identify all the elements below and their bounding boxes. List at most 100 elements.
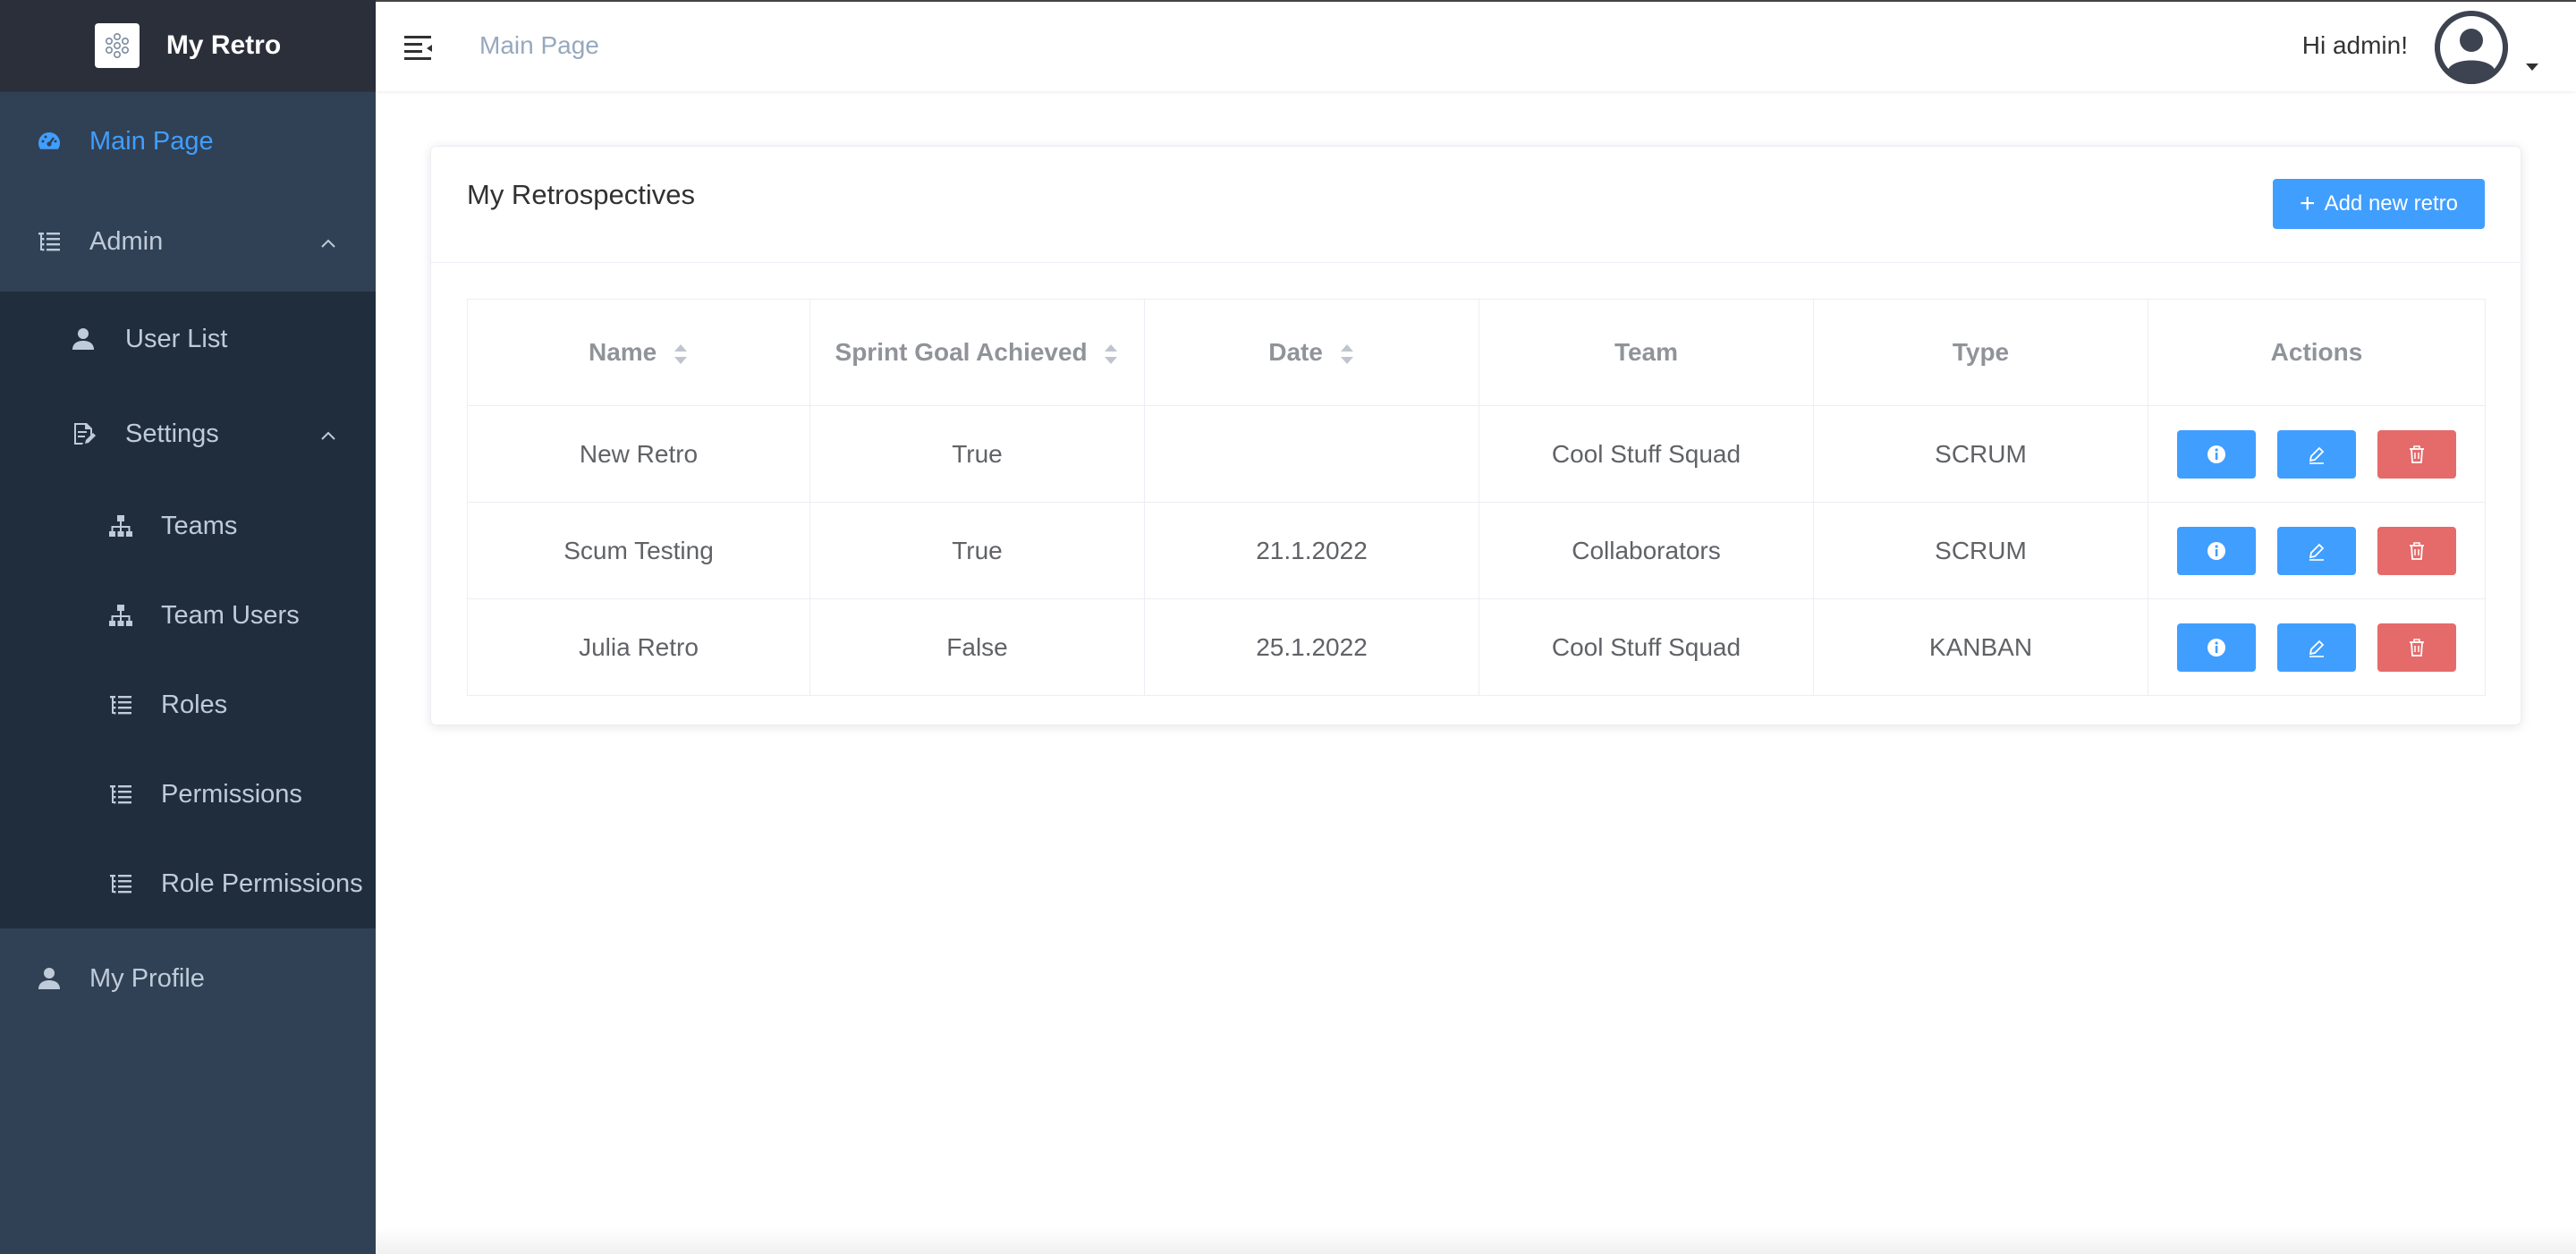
pencil-icon	[2309, 446, 2325, 464]
sidebar-item-admin[interactable]: Admin	[0, 191, 376, 292]
sidebar-item-main-page[interactable]: Main Page	[0, 91, 376, 191]
delete-button[interactable]	[2377, 623, 2456, 672]
column-label: Name	[588, 338, 657, 366]
pencil-icon	[2309, 640, 2325, 657]
delete-button[interactable]	[2377, 526, 2456, 575]
column-header-date[interactable]: Date	[1144, 299, 1479, 406]
trash-icon	[2409, 638, 2424, 657]
sidebar-item-teams[interactable]: Teams	[0, 481, 376, 571]
trash-icon	[2409, 541, 2424, 560]
caret-down-icon[interactable]	[2524, 61, 2540, 72]
cell-actions	[2148, 405, 2486, 503]
brand[interactable]: My Retro	[0, 0, 376, 91]
cell-sprint-goal: True	[809, 405, 1145, 503]
cell-sprint-goal: True	[809, 502, 1145, 599]
bottom-shadow	[376, 1227, 2576, 1254]
dashboard-icon	[34, 126, 64, 157]
sidebar-item-label: My Profile	[89, 963, 205, 993]
sidebar-item-label: Teams	[161, 511, 238, 540]
pencil-icon	[2309, 543, 2325, 561]
sidebar-item-label: Roles	[161, 690, 228, 719]
table-header-row: Name Sprint Goal Achieved Date Team Type…	[467, 299, 2486, 406]
column-label: Sprint Goal Achieved	[835, 338, 1088, 366]
table-row: Julia Retro False 25.1.2022 Cool Stuff S…	[467, 598, 2486, 696]
edit-button[interactable]	[2277, 429, 2356, 479]
retrospectives-table: Name Sprint Goal Achieved Date Team Type…	[467, 299, 2486, 696]
breadcrumb: Main Page	[479, 31, 599, 59]
sidebar-item-permissions[interactable]: Permissions	[0, 750, 376, 839]
column-header-name[interactable]: Name	[467, 299, 810, 406]
admin-submenu: User List Settings Teams Team Users Role…	[0, 292, 376, 928]
info-icon	[2207, 541, 2226, 560]
chevron-up-icon	[318, 424, 338, 444]
info-icon	[2207, 638, 2226, 657]
app-title: My Retro	[165, 30, 282, 60]
sidebar-item-label: Settings	[125, 419, 219, 448]
sidebar-item-label: Admin	[89, 226, 164, 256]
column-label: Actions	[2270, 338, 2363, 366]
cell-name: Scum Testing	[467, 502, 810, 599]
column-header-sprint-goal[interactable]: Sprint Goal Achieved	[809, 299, 1145, 406]
sort-icon[interactable]	[1103, 342, 1119, 367]
column-label: Team	[1614, 338, 1679, 366]
sidebar-item-label: Role Permissions	[161, 868, 363, 898]
sidebar-item-label: Permissions	[161, 779, 302, 809]
sidebar-item-label: User List	[125, 324, 228, 353]
list-icon	[106, 868, 136, 899]
info-button[interactable]	[2177, 623, 2257, 672]
list-icon	[106, 690, 136, 720]
hamburger-menu-icon[interactable]	[402, 30, 435, 63]
info-button[interactable]	[2177, 526, 2257, 575]
sidebar-item-roles[interactable]: Roles	[0, 660, 376, 750]
cell-name: Julia Retro	[467, 598, 810, 696]
column-label: Type	[1952, 338, 2010, 366]
delete-button[interactable]	[2377, 429, 2456, 479]
info-icon	[2207, 445, 2226, 463]
column-header-type: Type	[1813, 299, 2148, 406]
cell-type: KANBAN	[1813, 598, 2148, 696]
avatar[interactable]	[2435, 11, 2508, 84]
sidebar: My Retro Main Page Admin User List Setti…	[0, 0, 376, 1254]
trash-icon	[2409, 445, 2424, 463]
add-button-label: Add new retro	[2324, 191, 2458, 216]
user-icon	[68, 324, 98, 354]
sidebar-item-label: Team Users	[161, 600, 300, 630]
cell-type: SCRUM	[1813, 405, 2148, 503]
card-title: My Retrospectives	[467, 179, 695, 210]
cell-date	[1144, 405, 1479, 503]
user-greeting: Hi admin!	[2301, 31, 2408, 59]
sidebar-item-my-profile[interactable]: My Profile	[0, 928, 376, 1029]
sort-icon[interactable]	[673, 342, 689, 367]
cell-actions	[2148, 598, 2486, 696]
cell-team: Cool Stuff Squad	[1479, 405, 1814, 503]
user-icon	[34, 963, 64, 994]
cell-name: New Retro	[467, 405, 810, 503]
retrospectives-card: My Retrospectives + Add new retro Name S…	[430, 146, 2521, 725]
cell-actions	[2148, 502, 2486, 599]
plus-icon: +	[2300, 189, 2316, 218]
list-icon	[106, 779, 136, 809]
flower-logo-icon	[94, 23, 140, 68]
card-header: My Retrospectives + Add new retro	[431, 147, 2521, 263]
cell-team: Collaborators	[1479, 502, 1814, 599]
column-label: Date	[1268, 338, 1323, 366]
hierarchy-icon	[106, 511, 136, 541]
add-new-retro-button[interactable]: + Add new retro	[2273, 179, 2485, 229]
info-button[interactable]	[2177, 429, 2257, 479]
edit-button[interactable]	[2277, 623, 2356, 672]
cell-type: SCRUM	[1813, 502, 2148, 599]
sidebar-item-user-list[interactable]: User List	[0, 292, 376, 386]
table-row: Scum Testing True 21.1.2022 Collaborator…	[467, 502, 2486, 599]
column-header-actions: Actions	[2148, 299, 2486, 406]
sidebar-item-settings[interactable]: Settings	[0, 386, 376, 481]
sort-icon[interactable]	[1339, 342, 1355, 367]
sidebar-item-role-permissions[interactable]: Role Permissions	[0, 839, 376, 928]
sidebar-item-team-users[interactable]: Team Users	[0, 571, 376, 660]
hierarchy-icon	[106, 600, 136, 631]
column-header-team: Team	[1479, 299, 1814, 406]
cell-sprint-goal: False	[809, 598, 1145, 696]
sidebar-item-label: Main Page	[89, 126, 214, 156]
top-navbar: Main Page Hi admin!	[376, 0, 2576, 91]
edit-button[interactable]	[2277, 526, 2356, 575]
table-row: New Retro True Cool Stuff Squad SCRUM	[467, 405, 2486, 503]
